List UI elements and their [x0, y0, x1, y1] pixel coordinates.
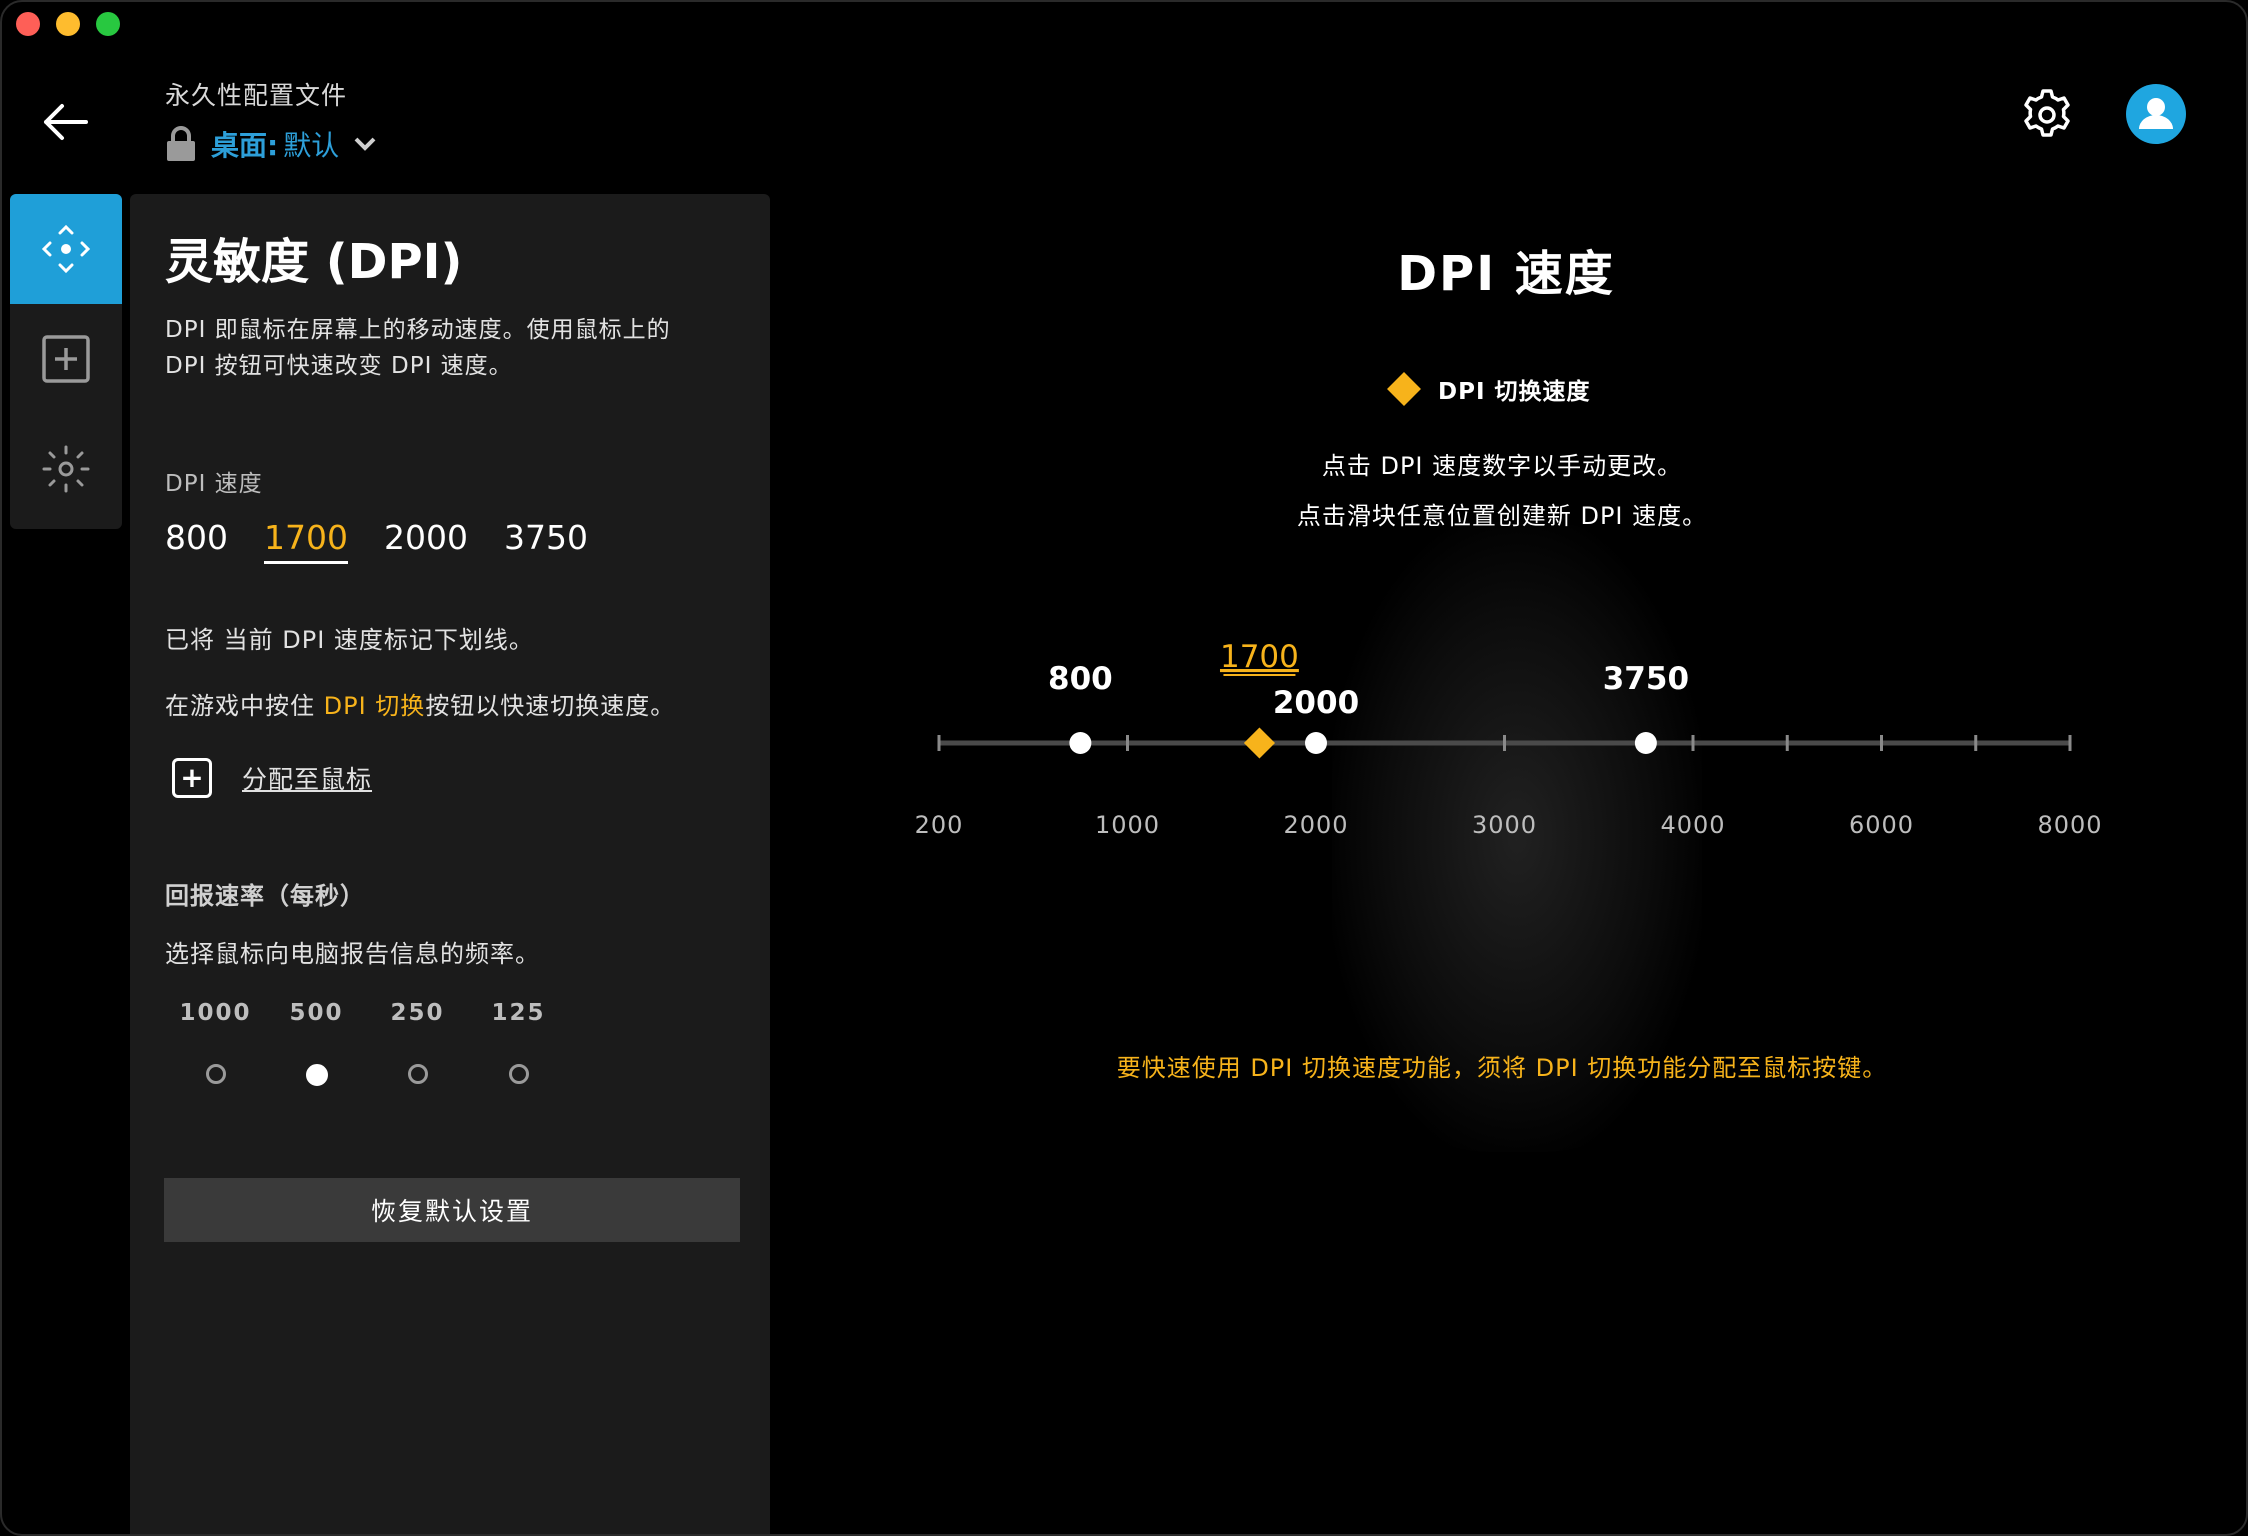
rate-radio[interactable]: [205, 1064, 226, 1084]
dpi-point-label[interactable]: 800: [1048, 661, 1113, 697]
nav-sensitivity[interactable]: [10, 194, 122, 304]
hint-line: 点击滑块任意位置创建新 DPI 速度。: [1296, 502, 1708, 530]
restore-defaults-button[interactable]: 恢复默认设置: [164, 1178, 740, 1242]
gear-icon: [2024, 89, 2070, 137]
left-nav-rail: [10, 194, 122, 529]
underline-note: 已将 当前 DPI 速度标记下划线。: [165, 626, 534, 654]
description-line: DPI 即鼠标在屏幕上的移动速度。使用鼠标上的: [165, 317, 671, 343]
dpi-shift-note: 在游戏中按住 DPI 切换按钮以快速切换速度。: [165, 686, 675, 721]
dpi-shift-handle[interactable]: [1243, 727, 1276, 759]
rate-option-label: 500: [289, 1000, 344, 1026]
note-text: 按钮以快速切换速度。: [425, 692, 676, 720]
rate-radio[interactable]: [508, 1064, 529, 1084]
panel-description: DPI 即鼠标在屏幕上的移动速度。使用鼠标上的 DPI 按钮可快速改变 DPI …: [165, 312, 725, 384]
dpi-value-list: 800 1700 2000 3750: [165, 518, 588, 564]
plus-square-icon: [42, 335, 90, 383]
dpi-speed-title: DPI 速度: [1397, 246, 1615, 302]
scale-label: 3000: [1472, 811, 1537, 839]
rate-option-label: 1000: [179, 1000, 252, 1026]
rate-radio[interactable]: [407, 1064, 428, 1084]
assign-to-mouse-button[interactable]: + 分配至鼠标: [172, 758, 372, 798]
account-button[interactable]: [2126, 84, 2186, 144]
rate-option-label: 250: [390, 1000, 445, 1026]
move-arrows-icon: [41, 224, 91, 274]
dpi-shift-warning: 要快速使用 DPI 切换速度功能，须将 DPI 切换功能分配至鼠标按键。: [1116, 1054, 1888, 1082]
close-window-button[interactable]: [16, 12, 40, 36]
dpi-value-current[interactable]: 1700: [264, 518, 348, 564]
lighting-sun-icon: [42, 445, 90, 493]
dpi-point-label[interactable]: 3750: [1603, 661, 1689, 697]
scale-label: 200: [915, 811, 964, 839]
dpi-value[interactable]: 800: [165, 518, 228, 564]
plus-square-icon: +: [172, 758, 212, 798]
dpi-point-handle[interactable]: [1305, 732, 1327, 754]
panel-title: 灵敏度 (DPI): [165, 234, 463, 290]
lock-icon: [167, 126, 195, 161]
rate-option[interactable]: 1000: [165, 1000, 266, 1086]
scale-label: 2000: [1283, 811, 1348, 839]
settings-button[interactable]: [2020, 88, 2074, 142]
user-avatar-icon: [2139, 98, 2173, 129]
note-text: 在游戏中按住: [165, 692, 324, 720]
scale-label: 4000: [1660, 811, 1725, 839]
dpi-value[interactable]: 3750: [504, 518, 588, 564]
dpi-speed-label: DPI 速度: [165, 471, 263, 497]
dpi-shift-legend: DPI 切换速度: [1387, 372, 1591, 406]
scale-label: 8000: [2037, 811, 2102, 839]
chevron-down-icon: [354, 137, 376, 151]
back-button[interactable]: [40, 98, 90, 146]
rate-option[interactable]: 500: [266, 1000, 367, 1086]
dpi-slider[interactable]: 200 1000 2000 3000 4000 6000 8000 800 2000 3750 17…: [902, 622, 2152, 862]
scale-label: 1000: [1095, 811, 1160, 839]
diamond-icon: [1387, 372, 1421, 406]
scale-label: 6000: [1849, 811, 1914, 839]
legend-label: DPI 切换速度: [1438, 379, 1591, 405]
app-window: 永久性配置文件 桌面: 默认 灵敏度 (DPI) DPI 即鼠标在屏幕上的移动速…: [0, 0, 2248, 1536]
rate-option[interactable]: 250: [367, 1000, 468, 1086]
maximize-window-button[interactable]: [96, 12, 120, 36]
dpi-point-handle[interactable]: [1634, 732, 1657, 754]
profile-label: 永久性配置文件: [165, 81, 348, 110]
profile-selector[interactable]: 桌面: 默认: [165, 124, 377, 164]
assign-to-mouse-label: 分配至鼠标: [242, 765, 373, 794]
nav-assignments[interactable]: [10, 304, 122, 414]
rate-option-label: 125: [491, 1000, 546, 1026]
profile-key: 桌面:: [211, 129, 279, 162]
description-line: DPI 按钮可快速改变 DPI 速度。: [165, 353, 513, 379]
dpi-shift-highlight: DPI 切换: [323, 692, 426, 720]
rate-option[interactable]: 125: [468, 1000, 569, 1086]
arrow-left-icon: [44, 104, 88, 140]
window-controls: [16, 12, 120, 36]
minimize-window-button[interactable]: [56, 12, 80, 36]
hint-line: 点击 DPI 速度数字以手动更改。: [1321, 452, 1683, 480]
report-rate-description: 选择鼠标向电脑报告信息的频率。: [165, 940, 540, 968]
nav-lighting[interactable]: [10, 414, 122, 524]
dpi-point-label[interactable]: 2000: [1273, 685, 1359, 721]
report-rate-title: 回报速率（每秒）: [165, 882, 365, 910]
rate-radio-selected[interactable]: [305, 1064, 328, 1086]
report-rate-options: 1000 500 250 125: [165, 1000, 569, 1086]
profile-value: 默认: [283, 129, 340, 162]
dpi-value[interactable]: 2000: [384, 518, 468, 564]
settings-panel: 灵敏度 (DPI) DPI 即鼠标在屏幕上的移动速度。使用鼠标上的 DPI 按钮…: [130, 194, 770, 1534]
dpi-shift-label[interactable]: 1700: [1220, 639, 1299, 675]
dpi-point-handle[interactable]: [1069, 732, 1092, 754]
